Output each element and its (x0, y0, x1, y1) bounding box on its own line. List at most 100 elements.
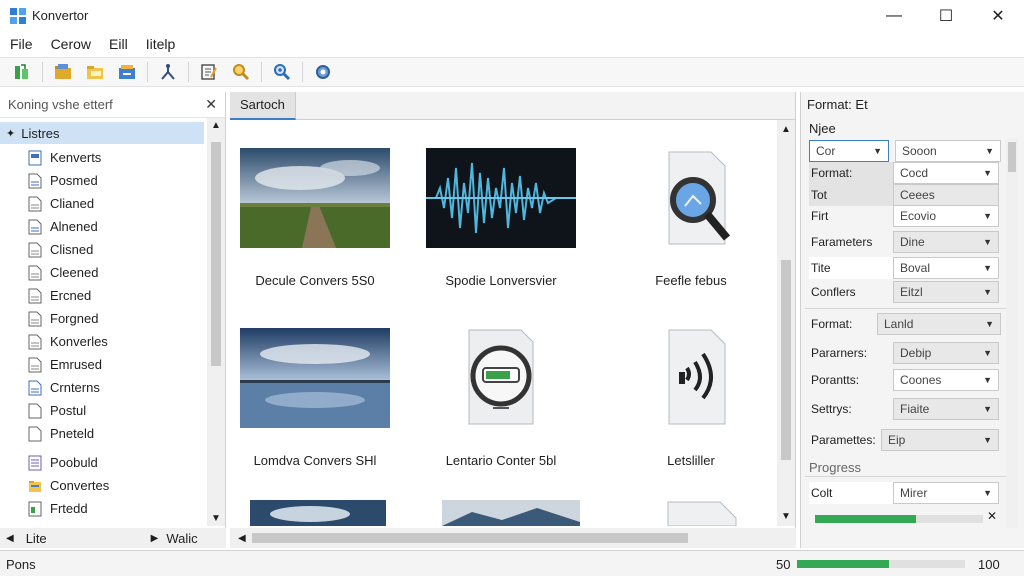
folder-button[interactable] (83, 60, 107, 84)
progress-cancel-icon[interactable]: ✕ (987, 509, 997, 523)
grid-item[interactable]: Spodie Lonversvier (416, 148, 586, 288)
file-icon (28, 403, 42, 418)
tab-search[interactable]: Sartoch (230, 92, 296, 120)
scrollbar-thumb[interactable] (781, 260, 791, 460)
file-green-icon (28, 501, 42, 516)
scrollbar-thumb[interactable] (252, 533, 688, 543)
grid-item[interactable]: Lomdva Convers SHl (230, 328, 400, 468)
property-select[interactable]: Boval ▼ (893, 257, 999, 279)
center-horizontal-scrollbar[interactable]: ◀ (230, 528, 796, 548)
status-progress-bar (797, 560, 965, 568)
property-select[interactable]: Mirer ▼ (893, 482, 999, 504)
tree-item[interactable]: Ercned (0, 284, 204, 307)
export-button[interactable] (115, 60, 139, 84)
menu-cerow[interactable]: Cerow (51, 36, 91, 52)
select-value: Cor (816, 144, 836, 158)
property-key-select[interactable]: Cor ▼ (809, 140, 889, 162)
settings-button[interactable] (311, 60, 335, 84)
search-button[interactable] (229, 60, 253, 84)
property-select[interactable]: Cocd ▼ (893, 162, 999, 184)
tree-item[interactable]: Alnened (0, 215, 204, 238)
tree-item[interactable]: Poobuld (0, 451, 204, 474)
scroll-down-icon[interactable]: ▼ (211, 513, 221, 524)
split-button[interactable] (156, 60, 180, 84)
scroll-up-icon[interactable]: ▲ (211, 120, 221, 131)
property-select[interactable]: Eip ▼ (881, 429, 999, 451)
property-row: Tite Boval ▼ (809, 257, 1005, 279)
property-select[interactable]: Dine ▼ (893, 231, 999, 253)
chevron-down-icon: ▼ (983, 435, 992, 445)
property-select[interactable]: Ecovio ▼ (893, 205, 999, 227)
zoom-button[interactable] (270, 60, 294, 84)
tree-root-listres[interactable]: ✦ Listres (0, 122, 204, 144)
edit-button[interactable] (197, 60, 221, 84)
scroll-left-icon[interactable]: ◀ (6, 533, 14, 544)
grid-item-partial[interactable] (666, 500, 738, 526)
property-select[interactable]: Coones ▼ (893, 369, 999, 391)
left-panel-close-icon[interactable]: ✕ (205, 96, 217, 113)
grid-item[interactable]: Feefle febus (616, 148, 766, 288)
properties-header: Format: Et (807, 97, 868, 112)
chevron-down-icon: ▼ (983, 263, 992, 273)
grid-item-partial[interactable] (250, 500, 386, 526)
maximize-button[interactable]: ☐ (920, 0, 972, 32)
property-row: Conflers Eitzl ▼ (809, 281, 1005, 303)
menu-file[interactable]: File (10, 36, 33, 52)
menu-help[interactable]: Iitelp (146, 36, 176, 52)
center-vertical-scrollbar[interactable]: ▲ ▼ (777, 120, 795, 526)
scroll-up-icon[interactable]: ▲ (781, 124, 791, 135)
title-bar: Konvertor — ☐ ✕ (0, 0, 1024, 32)
tree-item[interactable]: Posmed (0, 169, 204, 192)
tree-item[interactable]: Kenverts (0, 146, 204, 169)
chevron-down-icon: ▼ (983, 404, 992, 414)
tree-item[interactable]: Cleened (0, 261, 204, 284)
properties-subheader: Njee (809, 121, 836, 136)
select-value: Ecovio (900, 209, 937, 223)
properties-scrollbar[interactable] (1006, 138, 1018, 528)
tree-item[interactable]: Konverles (0, 330, 204, 353)
scroll-right-icon[interactable]: ▶ (151, 533, 159, 544)
new-button[interactable] (10, 60, 34, 84)
property-select[interactable]: Lanld ▼ (877, 313, 1001, 335)
tree-root-label: Listres (21, 125, 60, 141)
property-select[interactable]: Debip ▼ (893, 342, 999, 364)
chevron-down-icon: ▼ (983, 375, 992, 385)
menu-eill[interactable]: Eill (109, 36, 128, 52)
property-select[interactable]: Fiaite ▼ (893, 398, 999, 420)
grid-item[interactable]: Decule Convers 5S0 (230, 148, 400, 288)
status-progress-min: 50 (776, 557, 791, 572)
toolbar-separator (42, 62, 43, 82)
grid-item-partial[interactable] (442, 500, 580, 526)
select-value: Dine (900, 235, 925, 249)
grid-item[interactable]: Letsliller (616, 328, 766, 468)
tree-item[interactable]: Clisned (0, 238, 204, 261)
select-value: Ceees (900, 188, 935, 202)
tree-item[interactable]: Convertes (0, 474, 204, 497)
select-value: Eitzl (900, 285, 923, 299)
left-panel-vertical-scrollbar[interactable]: ▲ ▼ (207, 118, 225, 526)
tree-item[interactable]: Pneteld (0, 422, 204, 445)
property-value: Ceees (893, 184, 999, 206)
grid-item-label: Feefle febus (655, 273, 727, 288)
scrollbar-thumb[interactable] (1008, 142, 1016, 172)
chevron-down-icon: ▼ (983, 348, 992, 358)
property-label: Colt (809, 482, 893, 504)
close-button[interactable]: ✕ (972, 0, 1024, 32)
tree-item[interactable]: Crnterns (0, 376, 204, 399)
tree-item[interactable]: Frtedd (0, 497, 204, 520)
property-select[interactable]: Eitzl ▼ (893, 281, 999, 303)
tree-item[interactable]: Emrused (0, 353, 204, 376)
scroll-down-icon[interactable]: ▼ (781, 511, 791, 522)
tree-item[interactable]: Clianed (0, 192, 204, 215)
grid-item[interactable]: Lentario Conter 5bl (416, 328, 586, 468)
minimize-button[interactable]: — (868, 0, 920, 32)
tree-item[interactable]: Forgned (0, 307, 204, 330)
scroll-left-icon[interactable]: ◀ (238, 533, 246, 544)
left-panel-horizontal-scrollbar[interactable]: ◀ Lite ▶ Walic (0, 528, 226, 548)
footer-left-label: Lite (25, 530, 47, 546)
tree-item[interactable]: Postul (0, 399, 204, 422)
scrollbar-thumb[interactable] (211, 142, 221, 366)
tree-item-label: Cleened (50, 265, 99, 280)
property-select[interactable]: Sooon ▼ (895, 140, 1001, 162)
open-button[interactable] (51, 60, 75, 84)
